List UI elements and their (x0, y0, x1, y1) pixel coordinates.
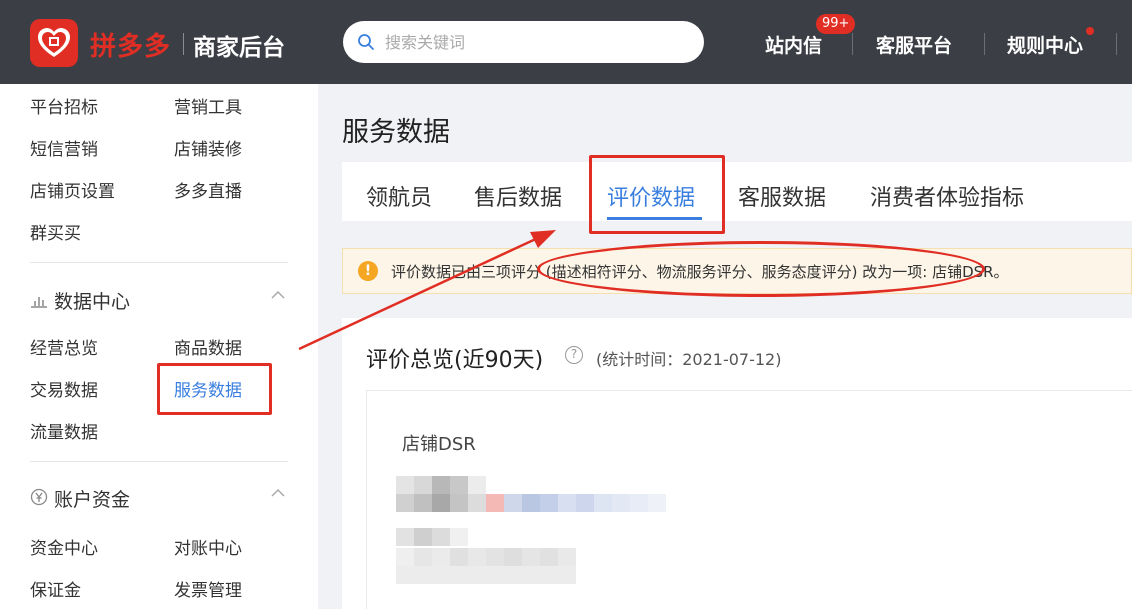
dsr-label: 店铺DSR (402, 434, 476, 455)
sidebar-item-marketing-tools[interactable]: 营销工具 (174, 93, 242, 118)
sidebar-item-traffic-data[interactable]: 流量数据 (30, 418, 98, 443)
chevron-up-icon[interactable] (271, 486, 285, 500)
nav-customer-service[interactable]: 客服平台 (876, 31, 952, 58)
sidebar-item-platform-bidding[interactable]: 平台招标 (30, 93, 98, 118)
sidebar-divider (30, 461, 288, 462)
sidebar-item-group-buy[interactable]: 群买买 (30, 219, 81, 244)
sidebar-item-live-streaming[interactable]: 多多直播 (174, 177, 242, 202)
search-input[interactable] (385, 29, 685, 55)
sidebar-item-product-data[interactable]: 商品数据 (174, 334, 242, 359)
tab-customer-service-data[interactable]: 客服数据 (738, 180, 826, 212)
tab-after-sales-data[interactable]: 售后数据 (474, 180, 562, 212)
sidebar-item-reconciliation[interactable]: 对账中心 (174, 534, 242, 559)
sidebar-item-business-overview[interactable]: 经营总览 (30, 334, 98, 359)
sidebar-group-label: 账户资金 (54, 489, 131, 511)
notification-dot (1086, 27, 1094, 35)
nav-rules-center[interactable]: 规则中心 (1007, 31, 1083, 58)
search-icon (358, 34, 374, 50)
sidebar-divider (30, 262, 288, 263)
highlight-box-review-tab (589, 155, 725, 234)
help-icon[interactable]: ? (565, 346, 583, 364)
nav-divider (984, 33, 985, 55)
brand-subtitle: 商家后台 (193, 35, 285, 61)
sidebar-item-transaction-data[interactable]: 交易数据 (30, 376, 98, 401)
sidebar-item-sms-marketing[interactable]: 短信营销 (30, 135, 98, 160)
stat-time: (统计时间：2021-07-12) (596, 350, 782, 369)
sidebar-item-store-decoration[interactable]: 店铺装修 (174, 135, 242, 160)
annotation-ellipse (537, 241, 985, 297)
blurred-dsr-value (396, 476, 666, 512)
nav-messages[interactable]: 站内信 (765, 31, 822, 58)
blurred-dsr-detail (396, 528, 576, 584)
nav-divider (852, 33, 853, 55)
sidebar-item-store-page-settings[interactable]: 店铺页设置 (30, 177, 115, 202)
nav-divider (1116, 33, 1117, 55)
sidebar-group-account-funds[interactable]: 账户资金 (30, 485, 130, 512)
brand-name: 拼多多 (90, 32, 172, 62)
tab-consumer-experience[interactable]: 消费者体验指标 (870, 180, 1024, 212)
page-title: 服务数据 (342, 117, 450, 148)
messages-badge: 99+ (816, 14, 856, 34)
sidebar-item-funds-center[interactable]: 资金中心 (30, 534, 98, 559)
highlight-box-service-data (157, 363, 272, 415)
tab-navigator[interactable]: 领航员 (366, 180, 432, 212)
sidebar-group-label: 数据中心 (54, 291, 131, 313)
pinduoduo-logo-icon[interactable] (30, 19, 78, 67)
chart-icon (30, 292, 54, 313)
warning-icon: ! (358, 261, 378, 281)
sidebar-group-data-center[interactable]: 数据中心 (30, 287, 130, 314)
yen-icon (30, 488, 54, 511)
chevron-up-icon[interactable] (271, 288, 285, 302)
overview-title: 评价总览(近90天) (366, 348, 544, 373)
search-box[interactable] (343, 21, 704, 63)
sidebar-item-deposit[interactable]: 保证金 (30, 576, 81, 601)
brand-divider (183, 33, 184, 55)
top-bar: 拼多多 商家后台 站内信 99+ 客服平台 规则中心 (0, 0, 1132, 84)
sidebar-item-invoice-management[interactable]: 发票管理 (174, 576, 242, 601)
